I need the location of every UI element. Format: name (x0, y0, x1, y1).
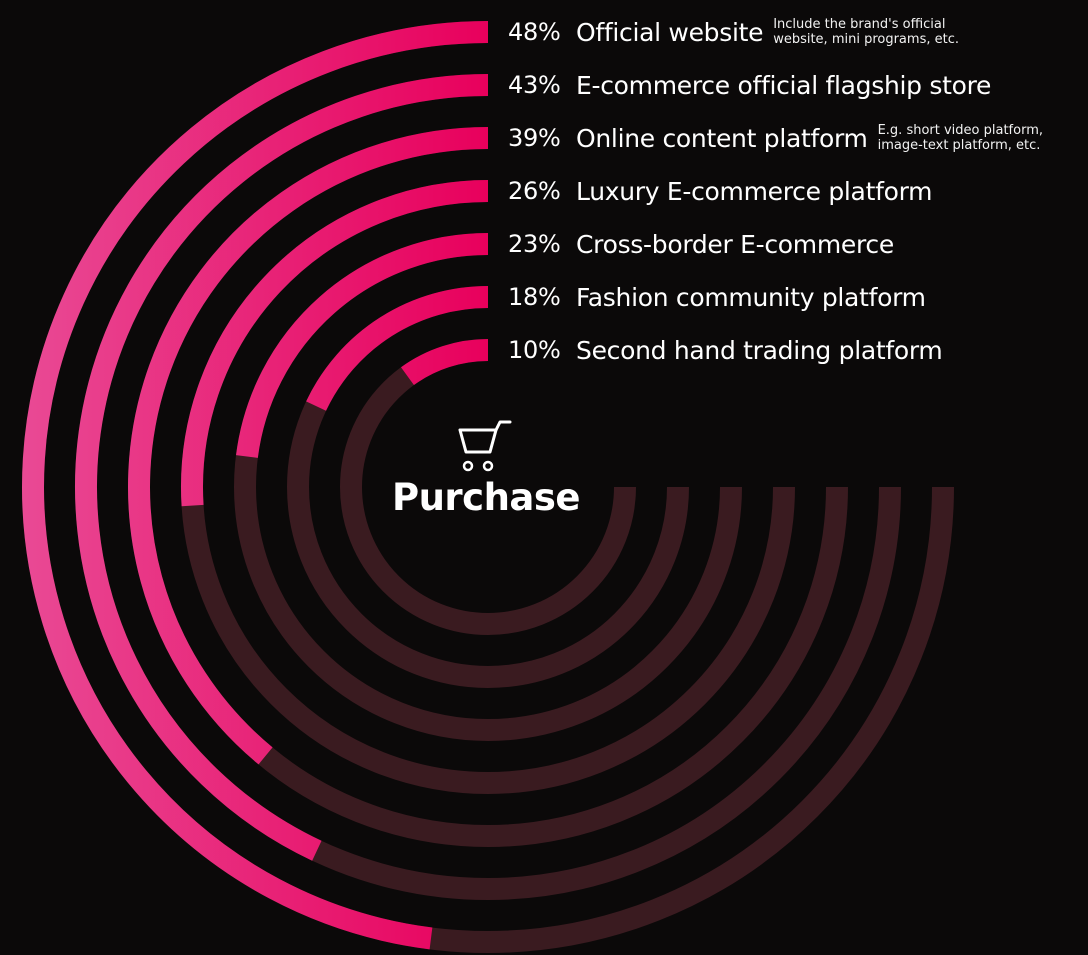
category-label: Cross-border E-commerce (576, 229, 894, 259)
percent-label: 18% (508, 283, 561, 311)
shopping-cart-icon (458, 420, 512, 472)
category-label: Second hand trading platform (576, 335, 943, 365)
percent-label: 39% (508, 124, 561, 152)
note-line: image-text platform, etc. (877, 138, 1041, 153)
percent-label: 26% (508, 177, 561, 205)
legend-row: 10% Second hand trading platform (508, 333, 943, 367)
legend-row: 18% Fashion community platform (508, 280, 926, 314)
legend-row: 23% Cross-border E-commerce (508, 227, 894, 261)
legend-row: 26% Luxury E-commerce platform (508, 174, 932, 208)
note-line: E.g. short video platform, (877, 123, 1043, 138)
note-line: website, mini programs, etc. (773, 32, 959, 47)
legend-row: 48% Official website Include the brand's o… (508, 15, 959, 49)
category-label: Online content platform (576, 123, 868, 153)
percent-label: 43% (508, 71, 561, 99)
percent-label: 48% (508, 18, 561, 46)
category-note: E.g. short video platform, image-text pla… (878, 123, 1043, 153)
value-arc (401, 339, 489, 386)
category-label: Luxury E-commerce platform (576, 176, 933, 206)
percent-label: 10% (508, 336, 561, 364)
category-label: E-commerce official flagship store (576, 70, 992, 100)
center-label: Purchase (391, 476, 581, 519)
legend-row: 43% E-commerce official flagship store (508, 68, 991, 102)
category-note: Include the brand's official website, min… (773, 17, 959, 47)
category-label: Fashion community platform (576, 282, 926, 312)
percent-label: 23% (508, 230, 561, 258)
category-label: Official website (576, 17, 764, 47)
note-line: Include the brand's official (773, 17, 946, 32)
legend-row: 39% Online content platform E.g. short vid… (508, 121, 1043, 155)
